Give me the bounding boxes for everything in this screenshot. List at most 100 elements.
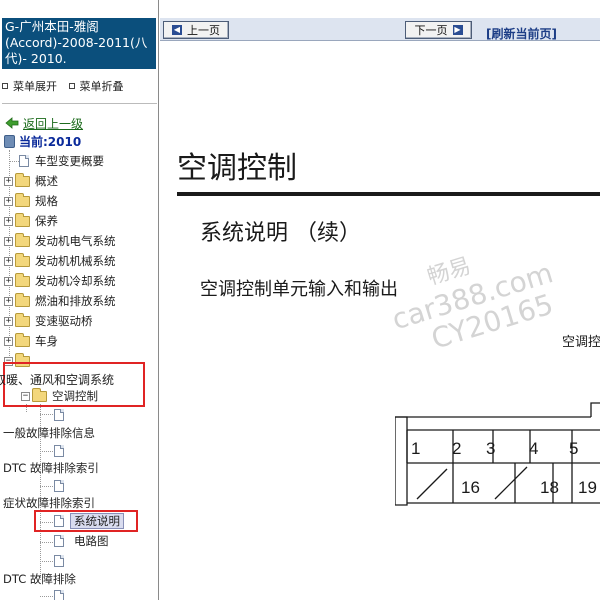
pin-label: 2 (452, 439, 461, 458)
prev-page-label: 上一页 (187, 24, 220, 37)
collapse-minus-icon[interactable]: − (21, 391, 30, 401)
folder-icon (15, 332, 30, 347)
document-icon (54, 515, 64, 527)
tree-item-doc[interactable] (54, 552, 70, 570)
tree-item-label: 变速驱动桥 (35, 314, 93, 328)
tree-line (40, 486, 53, 487)
tree-item-label: 发动机冷却系统 (35, 274, 116, 288)
tree-line (40, 596, 53, 597)
folder-icon (15, 232, 30, 247)
pin-label: 4 (529, 439, 538, 458)
tree-item-label: 车身 (35, 334, 58, 348)
title-rule (177, 192, 600, 196)
tree-item-body[interactable]: + 车身 (4, 332, 58, 350)
collapse-menu-label: 菜单折叠 (79, 80, 124, 93)
tree-line (40, 542, 53, 543)
tree-item-label: 概述 (35, 174, 58, 188)
tree-item-engine-mechanical[interactable]: + 发动机机械系统 (4, 252, 116, 270)
tree-item-doc[interactable] (54, 587, 70, 600)
pin-label: 16 (461, 478, 480, 497)
expand-plus-icon[interactable]: + (4, 236, 13, 246)
pin-label: 3 (486, 439, 495, 458)
document-panel (160, 42, 600, 600)
tree-item-label: 燃油和排放系统 (35, 294, 116, 308)
back-row[interactable]: 返回上一级 (5, 114, 83, 132)
expand-plus-icon[interactable]: + (4, 336, 13, 346)
document-icon (54, 535, 64, 547)
folder-icon (15, 312, 30, 327)
tree-item-system-description[interactable]: 系统说明 (54, 512, 124, 530)
tree-item-general[interactable]: + 概述 (4, 172, 58, 190)
tree-item-label: 保养 (35, 214, 58, 228)
tree-item-doc[interactable] (54, 477, 70, 495)
expand-icon (2, 83, 8, 89)
tree-line (40, 414, 53, 415)
document-icon (54, 445, 64, 457)
tree-item-maintenance[interactable]: + 保养 (4, 212, 58, 230)
document-icon (54, 409, 64, 421)
tree-line (40, 451, 53, 452)
tree-item-label: 发动机电气系统 (35, 234, 116, 248)
tree-item-overview[interactable]: 车型变更概要 (19, 152, 104, 170)
tree-item-engine-cooling[interactable]: + 发动机冷却系统 (4, 272, 116, 290)
tree-item-general-troubleshooting[interactable]: 一般故障排除信息 (3, 424, 95, 442)
tree-item-circuit-diagram[interactable]: 电路图 (54, 532, 109, 550)
folder-icon (15, 192, 30, 207)
expand-plus-icon[interactable]: + (4, 256, 13, 266)
connector-pinout-diagram: 1 2 3 4 5 16 18 19 (395, 402, 600, 506)
folder-icon (15, 172, 30, 187)
tree-item-transaxle[interactable]: + 变速驱动桥 (4, 312, 93, 330)
tree-item-ac-control[interactable]: − 空调控制 (21, 387, 98, 405)
tree-item-label: 车型变更概要 (35, 154, 104, 168)
collapse-icon (68, 83, 75, 89)
folder-icon (15, 212, 30, 227)
vehicle-title: G-广州本田-雅阁(Accord)-2008-2011(八代)- 2010. (2, 18, 156, 69)
pin-label: 1 (411, 439, 420, 458)
arrow-left-icon: ◀ (172, 25, 182, 35)
computer-icon (4, 134, 15, 148)
tree-line (9, 161, 19, 162)
tree-item-dtc-index[interactable]: DTC 故障排除索引 (3, 459, 99, 477)
tree-item-label: 症状故障排除索引 (3, 496, 95, 510)
expand-plus-icon[interactable]: + (4, 296, 13, 306)
expand-plus-icon[interactable]: + (4, 196, 13, 206)
document-icon (54, 480, 64, 492)
back-link[interactable]: 返回上一级 (23, 115, 83, 132)
expand-plus-icon[interactable]: + (4, 276, 13, 286)
collapse-menu-button[interactable]: 菜单折叠 (68, 78, 124, 94)
pin-label: 19 (578, 478, 597, 497)
expand-plus-icon[interactable]: + (4, 216, 13, 226)
arrow-right-icon: ▶ (452, 25, 463, 35)
refresh-page-link[interactable]: [刷新当前页] (486, 25, 557, 42)
prev-page-button[interactable]: ◀ 上一页 (163, 21, 229, 39)
tree-item-label: 空调控制 (52, 389, 98, 403)
tree-item-specs[interactable]: + 规格 (4, 192, 58, 210)
expand-plus-icon[interactable]: + (4, 176, 13, 186)
tree-item-label: DTC 故障排除索引 (3, 461, 99, 475)
document-icon (19, 155, 29, 167)
pin-label: 5 (569, 439, 578, 458)
expand-plus-icon[interactable]: + (4, 316, 13, 326)
section-subtitle: 系统说明 （续） (200, 221, 361, 246)
tree-item-engine-electrical[interactable]: + 发动机电气系统 (4, 232, 116, 250)
current-row: 当前:2010 (4, 132, 81, 150)
expand-menu-button[interactable]: 菜单展开 (2, 78, 57, 94)
tree-item-label: 取暖、通风和空调系统 (0, 372, 115, 387)
tree-item-fuel-exhaust[interactable]: + 燃油和排放系统 (4, 292, 116, 310)
document-icon (54, 590, 64, 600)
tree-item-hvac[interactable]: 取暖、通风和空调系统 (0, 370, 115, 388)
tree-item-label: 发动机机械系统 (35, 254, 116, 268)
tree-line (40, 561, 53, 562)
folder-icon (15, 272, 30, 287)
next-page-button[interactable]: 下一页 ▶ (405, 21, 472, 39)
tree-item-label: 规格 (35, 194, 58, 208)
document-icon (54, 555, 64, 567)
folder-icon (15, 252, 30, 267)
top-toolbar: ◀ 上一页 下一页 ▶ [刷新当前页] (160, 18, 600, 41)
tree-item-doc[interactable] (54, 442, 70, 460)
pin-label: 18 (540, 478, 559, 497)
tree-item-doc[interactable] (54, 406, 70, 424)
tree-item-label: 电路图 (74, 534, 109, 548)
tree-item-dtc-troubleshooting[interactable]: DTC 故障排除 (3, 570, 76, 588)
folder-open-icon (32, 387, 47, 402)
